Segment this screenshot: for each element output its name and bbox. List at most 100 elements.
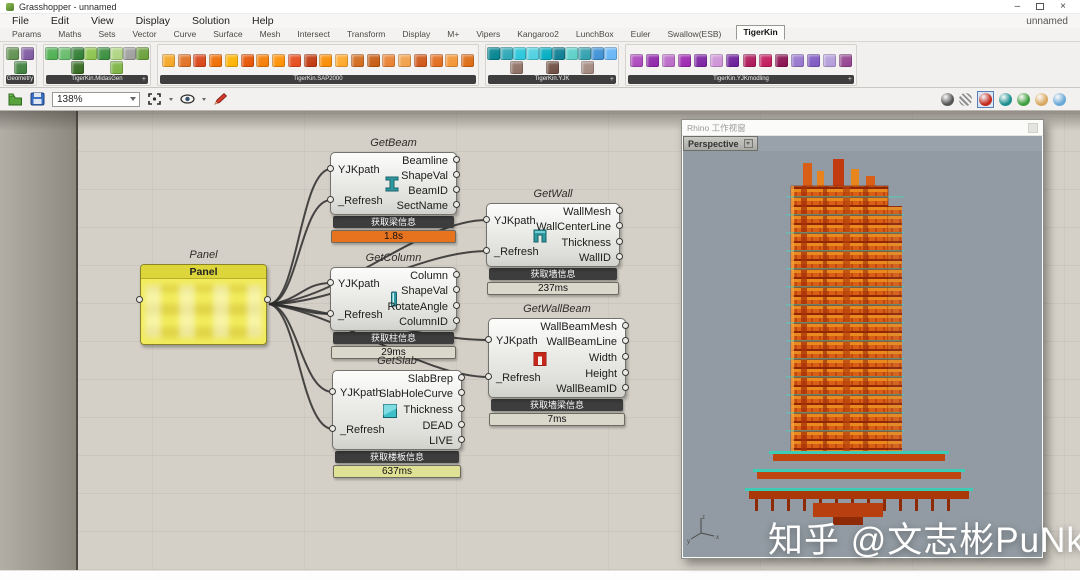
viewport-close-button[interactable] [1028, 122, 1038, 133]
display-mode-sphere-icon[interactable] [999, 92, 1012, 106]
chevron-down-icon[interactable] [743, 139, 753, 148]
tab-params[interactable]: Params [10, 28, 43, 40]
sap2000-tool-icon[interactable] [319, 54, 333, 67]
zoom-level-dropdown[interactable]: 138% [52, 91, 140, 107]
input-port[interactable] [483, 247, 490, 254]
tab-intersect[interactable]: Intersect [295, 28, 332, 40]
yjk-tool-icon[interactable] [539, 47, 552, 60]
tab-transform[interactable]: Transform [345, 28, 387, 40]
display-mode-sphere-icon[interactable] [1053, 92, 1066, 106]
tab-vector[interactable]: Vector [130, 28, 158, 40]
yjk-tool-icon[interactable] [545, 61, 559, 74]
yjk-tool-icon[interactable] [578, 47, 591, 60]
output-port[interactable] [453, 155, 460, 163]
input-port[interactable] [327, 310, 334, 317]
maximize-button[interactable] [1036, 3, 1045, 10]
tab-vipers[interactable]: Vipers [474, 28, 502, 40]
midasgen-tool-icon[interactable] [97, 47, 110, 60]
input-port[interactable] [327, 279, 334, 286]
input-port[interactable] [485, 373, 492, 380]
zoom-extents-icon[interactable] [147, 92, 162, 106]
chevron-down-icon[interactable] [169, 97, 173, 101]
output-port[interactable] [622, 352, 629, 360]
display-mode-selected[interactable] [977, 90, 994, 108]
midasgen-tool-icon[interactable] [71, 61, 84, 74]
midasgen-tool-icon[interactable] [71, 47, 84, 60]
yjk-tool-icon[interactable] [487, 47, 500, 60]
tab-display[interactable]: Display [400, 28, 432, 40]
save-file-icon[interactable] [30, 92, 45, 106]
sap2000-tool-icon[interactable] [303, 54, 317, 67]
midasgen-tool-icon[interactable] [110, 61, 123, 74]
yjkmodling-tool-icon[interactable] [726, 54, 740, 67]
sap2000-tool-icon[interactable] [161, 54, 175, 67]
perspective-view[interactable]: z x y [683, 151, 1042, 557]
component-panel[interactable]: Panel Panel [136, 249, 271, 345]
viewport-title-bar[interactable]: Rhino 工作视窗 [682, 120, 1043, 136]
tab-mplus[interactable]: M+ [445, 28, 461, 40]
display-mode-sphere-icon[interactable] [979, 92, 992, 106]
midasgen-tool-icon[interactable] [136, 47, 149, 60]
input-port[interactable] [329, 425, 336, 432]
minimize-button[interactable]: – [1015, 1, 1021, 12]
yjk-tool-icon[interactable] [509, 61, 523, 74]
sap2000-tool-icon[interactable] [177, 54, 191, 67]
output-port[interactable] [622, 368, 629, 376]
display-mode-sphere-icon[interactable] [959, 92, 972, 106]
open-file-icon[interactable] [8, 92, 23, 106]
component-getbeam[interactable]: GetBeam YJKpath _Refresh Beamline ShapeV… [327, 137, 460, 243]
yjkmodling-tool-icon[interactable] [646, 54, 660, 67]
sap2000-tool-icon[interactable] [382, 54, 396, 67]
output-port[interactable] [458, 404, 465, 412]
yjkmodling-tool-icon[interactable] [822, 54, 836, 67]
yjkmodling-tool-icon[interactable] [630, 54, 644, 67]
chevron-down-icon[interactable] [202, 97, 206, 101]
yjk-tool-icon[interactable] [552, 47, 565, 60]
component-getwall[interactable]: GetWall YJKpath _Refresh WallMesh WallCe… [483, 188, 623, 295]
midasgen-tool-icon[interactable] [110, 47, 123, 60]
tab-swallow[interactable]: Swallow(ESB) [666, 28, 724, 40]
menu-help[interactable]: Help [252, 15, 274, 27]
sap2000-tool-icon[interactable] [224, 54, 238, 67]
geometry-tool-icon[interactable] [13, 61, 27, 74]
yjk-tool-icon[interactable] [591, 47, 604, 60]
sap2000-tool-icon[interactable] [256, 54, 270, 67]
sap2000-tool-icon[interactable] [398, 54, 411, 67]
yjk-tool-icon[interactable] [581, 61, 595, 74]
geometry-tool-icon[interactable] [6, 47, 20, 60]
output-port[interactable] [264, 296, 271, 303]
component-getwallbeam[interactable]: GetWallBeam YJKpath _Refresh WallBeamMes… [485, 303, 629, 426]
yjkmodling-tool-icon[interactable] [710, 54, 724, 67]
output-port[interactable] [453, 301, 460, 309]
rhino-viewport-window[interactable]: Rhino 工作视窗 Perspective z x y [681, 119, 1044, 559]
input-port[interactable] [136, 296, 143, 303]
menu-file[interactable]: File [12, 15, 29, 27]
output-port[interactable] [616, 237, 623, 245]
menu-solution[interactable]: Solution [192, 15, 230, 27]
output-port[interactable] [622, 321, 629, 329]
yjk-tool-icon[interactable] [604, 47, 617, 60]
sap2000-tool-icon[interactable] [461, 54, 474, 67]
tab-kangaroo2[interactable]: Kangaroo2 [515, 28, 561, 40]
close-button[interactable]: × [1060, 1, 1066, 12]
sap2000-tool-icon[interactable] [209, 54, 222, 67]
tab-lunchbox[interactable]: LunchBox [574, 28, 616, 40]
midasgen-tool-icon[interactable] [84, 47, 97, 60]
sap2000-tool-icon[interactable] [445, 54, 459, 67]
yjkmodling-tool-icon[interactable] [742, 54, 756, 67]
yjkmodling-tool-icon[interactable] [838, 54, 852, 67]
sap2000-tool-icon[interactable] [366, 54, 380, 67]
midasgen-tool-icon[interactable] [123, 47, 136, 60]
sap2000-tool-icon[interactable] [272, 54, 285, 67]
input-port[interactable] [327, 165, 334, 172]
tab-maths[interactable]: Maths [56, 28, 83, 40]
menu-view[interactable]: View [91, 15, 114, 27]
perspective-tab[interactable]: Perspective [683, 136, 758, 151]
display-mode-sphere-icon[interactable] [1035, 92, 1048, 106]
input-port[interactable] [329, 388, 336, 395]
yjkmodling-tool-icon[interactable] [806, 54, 820, 67]
component-getcolumn[interactable]: GetColumn YJKpath _Refresh Column ShapeV… [327, 252, 460, 359]
output-port[interactable] [616, 206, 623, 214]
sketch-pencil-icon[interactable] [213, 92, 228, 106]
output-port[interactable] [453, 270, 460, 278]
